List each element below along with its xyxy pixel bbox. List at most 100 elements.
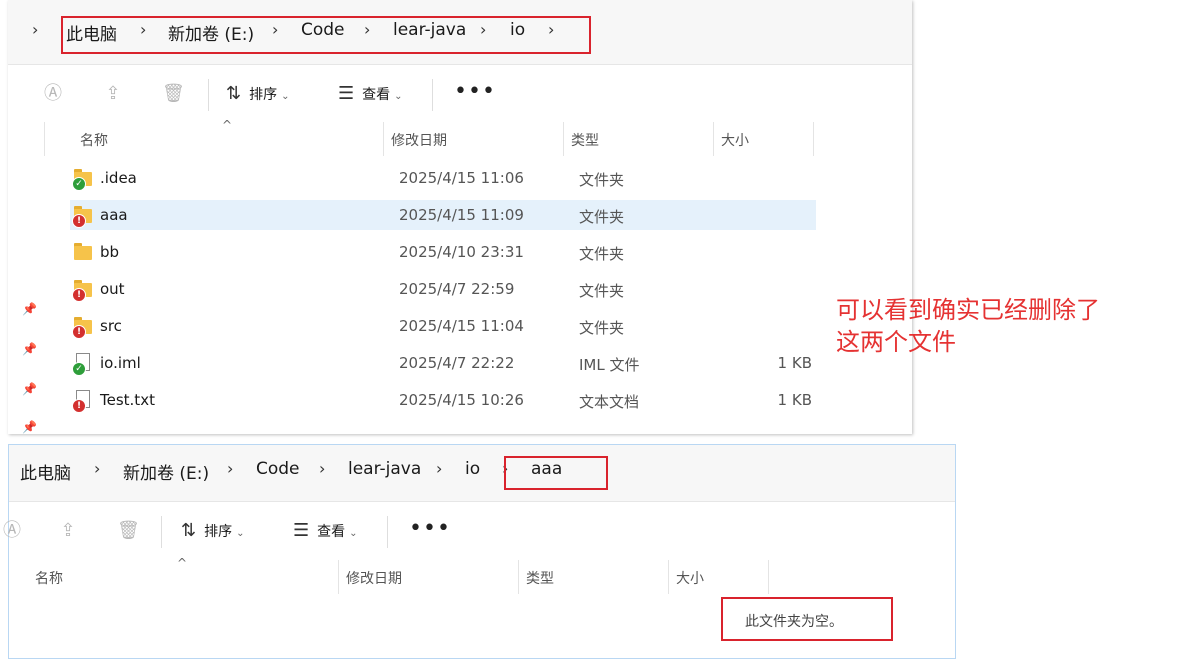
- file-date: 2025/4/7 22:22: [399, 354, 515, 372]
- pin-icon[interactable]: 📌: [22, 342, 37, 356]
- sync-ok-badge-icon: ✓: [72, 177, 86, 191]
- column-date[interactable]: 修改日期: [391, 130, 447, 150]
- pin-icon[interactable]: 📌: [22, 302, 37, 316]
- breadcrumb-drive-e[interactable]: 新加卷 (E:): [123, 459, 209, 484]
- column-size[interactable]: 大小: [721, 130, 749, 150]
- file-name: io.iml: [100, 354, 141, 372]
- file-type: 文件夹: [579, 245, 625, 263]
- folder-icon: ✓: [72, 168, 94, 191]
- file-name: Test.txt: [100, 391, 155, 409]
- column-divider[interactable]: [668, 560, 669, 594]
- folder-icon: !: [72, 279, 94, 302]
- column-divider[interactable]: [813, 122, 814, 156]
- file-name: src: [100, 317, 122, 335]
- column-divider[interactable]: [713, 122, 714, 156]
- column-type[interactable]: 类型: [526, 568, 554, 588]
- share-icon[interactable]: ⇪: [57, 520, 79, 542]
- file-name: .idea: [100, 169, 137, 187]
- view-button[interactable]: ☰ 查看 ⌄: [293, 520, 358, 541]
- chevron-down-icon: ⌄: [349, 528, 358, 539]
- column-type[interactable]: 类型: [571, 130, 599, 150]
- column-name[interactable]: 名称: [80, 130, 108, 150]
- delete-icon[interactable]: 🗑: [117, 520, 140, 542]
- address-bar[interactable]: › 此电脑 › 新加卷 (E:) › Code › lear-java › io…: [8, 0, 912, 65]
- view-button[interactable]: ☰ 查看 ⌄: [338, 83, 403, 104]
- file-date: 2025/4/7 22:59: [399, 280, 515, 298]
- column-name[interactable]: 名称: [35, 568, 63, 588]
- column-divider[interactable]: [768, 560, 769, 594]
- chevron-right-icon[interactable]: ›: [227, 459, 233, 478]
- file-name: aaa: [100, 206, 128, 224]
- column-divider[interactable]: [563, 122, 564, 156]
- breadcrumb-this-pc[interactable]: 此电脑: [20, 459, 71, 484]
- conflict-badge-icon: !: [72, 325, 86, 339]
- toolbar-divider: [432, 79, 433, 111]
- column-size[interactable]: 大小: [676, 568, 704, 588]
- file-row[interactable]: ! Test.txt 2025/4/15 10:26 文本文档 1 KB: [70, 385, 816, 415]
- column-divider[interactable]: [383, 122, 384, 156]
- chevron-down-icon: ⌄: [394, 91, 403, 102]
- file-size: 1 KB: [777, 354, 812, 372]
- breadcrumb-code[interactable]: Code: [256, 459, 300, 479]
- column-header-row: ^ 名称 修改日期 类型 大小: [9, 556, 955, 594]
- column-divider[interactable]: [518, 560, 519, 594]
- file-date: 2025/4/15 11:09: [399, 206, 524, 224]
- file-date: 2025/4/10 23:31: [399, 243, 524, 261]
- breadcrumb-lear-java[interactable]: lear-java: [348, 459, 421, 479]
- conflict-badge-icon: !: [72, 214, 86, 228]
- breadcrumb-io[interactable]: io: [465, 459, 480, 479]
- column-date[interactable]: 修改日期: [346, 568, 402, 588]
- command-bar: Ⓐ ⇪ 🗑 ⇅ 排序 ⌄ ☰ 查看 ⌄ •••: [3, 502, 955, 561]
- chevron-right-icon[interactable]: ›: [319, 459, 325, 478]
- sort-button[interactable]: ⇅ 排序 ⌄: [226, 83, 289, 104]
- highlight-box-path: [61, 16, 591, 54]
- chevron-right-icon[interactable]: ›: [32, 20, 38, 39]
- conflict-badge-icon: !: [72, 399, 86, 413]
- sort-ascending-icon: ^: [222, 118, 233, 132]
- delete-icon[interactable]: 🗑: [162, 83, 185, 105]
- column-divider[interactable]: [338, 560, 339, 594]
- more-options-button[interactable]: •••: [454, 79, 496, 104]
- chevron-right-icon[interactable]: ›: [436, 459, 442, 478]
- address-bar[interactable]: 此电脑 › 新加卷 (E:) › Code › lear-java › io ›…: [9, 445, 955, 502]
- conflict-badge-icon: !: [72, 288, 86, 302]
- file-type: 文件夹: [579, 208, 625, 226]
- sort-button[interactable]: ⇅ 排序 ⌄: [181, 520, 244, 541]
- file-row[interactable]: ! src 2025/4/15 11:04 文件夹: [70, 311, 816, 341]
- file-name: bb: [100, 243, 120, 261]
- share-icon[interactable]: ⇪: [102, 83, 124, 105]
- file-row[interactable]: ! out 2025/4/7 22:59 文件夹: [70, 274, 816, 304]
- chevron-down-icon: ⌄: [236, 528, 245, 539]
- file-row[interactable]: bb 2025/4/10 23:31 文件夹: [70, 237, 816, 267]
- file-type: IML 文件: [579, 356, 640, 374]
- view-list-icon: ☰: [338, 83, 355, 104]
- folder-icon: !: [72, 316, 94, 339]
- file-icon: ✓: [72, 353, 94, 376]
- rename-icon[interactable]: Ⓐ: [1, 520, 23, 542]
- file-type: 文件夹: [579, 319, 625, 337]
- sort-icon: ⇅: [226, 83, 242, 104]
- file-row[interactable]: ✓ .idea 2025/4/15 11:06 文件夹: [70, 163, 816, 193]
- file-date: 2025/4/15 10:26: [399, 391, 524, 409]
- file-row[interactable]: ✓ io.iml 2025/4/7 22:22 IML 文件 1 KB: [70, 348, 816, 378]
- file-type: 文件夹: [579, 171, 625, 189]
- file-type: 文件夹: [579, 282, 625, 300]
- highlight-box-aaa: [504, 456, 608, 490]
- explorer-window-aaa: 此电脑 › 新加卷 (E:) › Code › lear-java › io ›…: [3, 444, 956, 659]
- file-row[interactable]: ! aaa 2025/4/15 11:09 文件夹: [70, 200, 816, 230]
- file-date: 2025/4/15 11:04: [399, 317, 524, 335]
- chevron-down-icon: ⌄: [281, 91, 290, 102]
- pin-icon[interactable]: 📌: [22, 382, 37, 396]
- rename-icon[interactable]: Ⓐ: [42, 83, 64, 105]
- chevron-right-icon[interactable]: ›: [94, 459, 100, 478]
- folder-icon: [74, 242, 94, 262]
- pin-icon[interactable]: 📌: [22, 420, 37, 434]
- empty-folder-message: 此文件夹为空。: [745, 614, 843, 630]
- toolbar-divider: [161, 516, 162, 548]
- file-name: out: [100, 280, 125, 298]
- sort-ascending-icon: ^: [177, 556, 188, 570]
- command-bar: Ⓐ ⇪ 🗑 ⇅ 排序 ⌄ ☰ 查看 ⌄ •••: [8, 65, 912, 124]
- annotation-note: 可以看到确实已经删除了 这两个文件: [836, 296, 1100, 356]
- toolbar-divider: [208, 79, 209, 111]
- more-options-button[interactable]: •••: [409, 516, 451, 541]
